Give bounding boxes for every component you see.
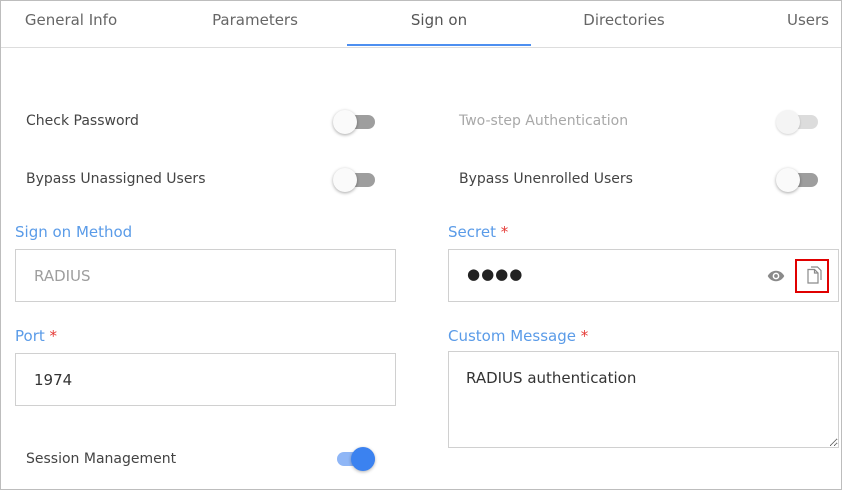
tab-sign-on[interactable]: Sign on — [347, 1, 531, 45]
bypass-unenrolled-users-toggle[interactable] — [776, 168, 818, 192]
custom-message-label: Custom Message * — [448, 327, 589, 345]
session-management-toggle[interactable] — [333, 447, 375, 471]
two-step-authentication-toggle — [776, 110, 818, 134]
two-step-authentication-label: Two-step Authentication — [459, 113, 629, 129]
required-mark: * — [500, 223, 509, 241]
tab-directories[interactable]: Directories — [561, 1, 687, 45]
custom-message-textarea[interactable]: RADIUS authentication — [448, 351, 839, 448]
sign-on-method-label: Sign on Method — [15, 223, 133, 241]
secret-masked-value: ●●●● — [467, 265, 524, 283]
secret-label: Secret * — [448, 223, 509, 241]
secret-field[interactable]: ●●●● — [448, 249, 839, 302]
active-tab-indicator — [347, 44, 531, 46]
eye-icon[interactable] — [765, 267, 787, 285]
sign-on-method-field: RADIUS — [15, 249, 396, 302]
check-password-label: Check Password — [26, 113, 139, 129]
tab-bar: General Info Parameters Sign on Director… — [1, 1, 841, 48]
check-password-toggle[interactable] — [333, 110, 375, 134]
sign-on-method-value: RADIUS — [34, 267, 91, 285]
port-label: Port * — [15, 327, 58, 345]
bypass-unenrolled-users-label: Bypass Unenrolled Users — [459, 171, 633, 187]
required-mark: * — [49, 327, 58, 345]
session-management-label: Session Management — [26, 451, 177, 467]
bypass-unassigned-users-toggle[interactable] — [333, 168, 375, 192]
port-value: 1974 — [34, 371, 73, 389]
required-mark: * — [580, 327, 589, 345]
sign-on-panel: General Info Parameters Sign on Director… — [0, 0, 842, 490]
port-field[interactable]: 1974 — [15, 353, 396, 406]
bypass-unassigned-users-label: Bypass Unassigned Users — [26, 171, 206, 187]
tab-general-info[interactable]: General Info — [5, 1, 137, 45]
copy-button-highlight — [795, 259, 829, 293]
tab-users[interactable]: Users — [771, 1, 841, 45]
tab-parameters[interactable]: Parameters — [187, 1, 323, 45]
